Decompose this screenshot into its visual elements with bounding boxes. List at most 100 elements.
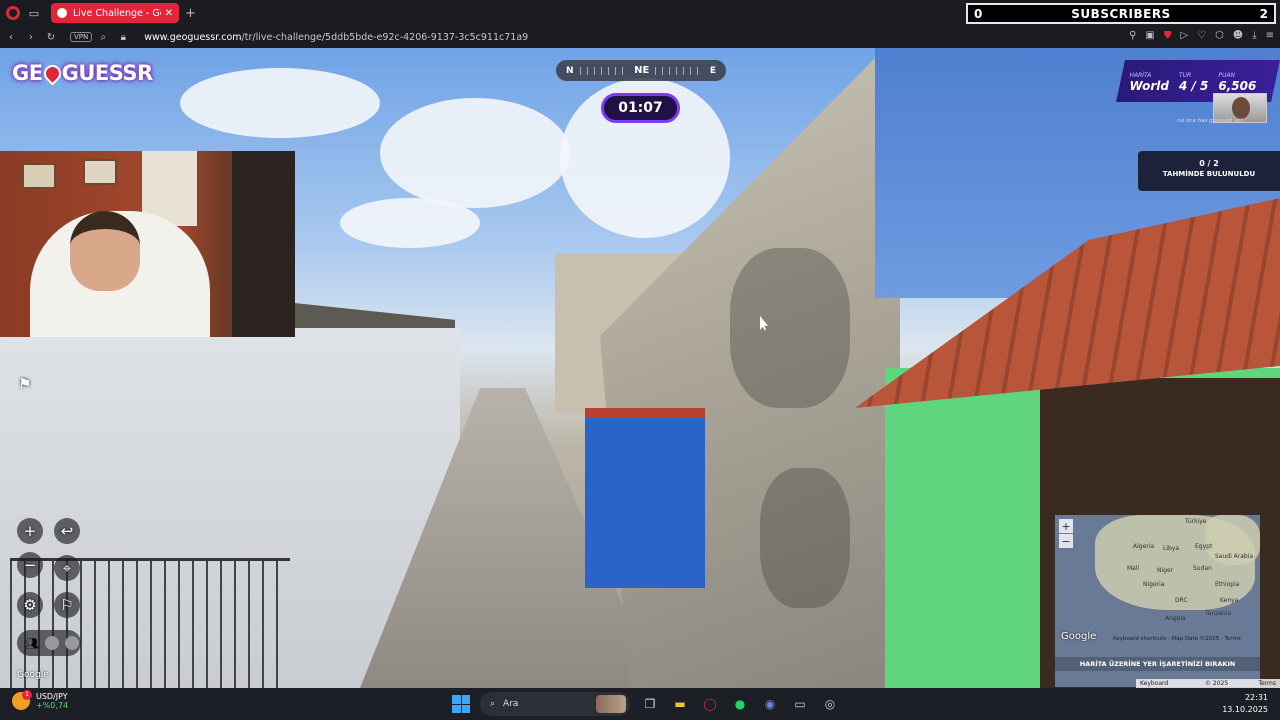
guess-minimap[interactable]: Türkiye Algeria Libya Egypt Saudi Arabia… [1055,515,1260,687]
settings-gear-icon[interactable]: ⚙ [17,592,43,618]
guess-count: 0 / 2 [1199,159,1219,168]
play-icon[interactable]: ▷ [1180,30,1188,41]
task-view-icon[interactable]: ❐ [640,694,660,714]
stock-widget[interactable]: 1 USD/JPY +%0,74 [12,690,68,710]
guess-status-note: no one has guessed yet [1177,118,1243,124]
close-tab-icon[interactable]: ✕ [165,8,173,19]
undo-move-icon[interactable]: ↩ [54,518,80,544]
clock-date: 13.10.2025 [1222,705,1268,714]
logo-left: GE [12,61,43,85]
street-view-footer: Keyboard shortcuts © 2025 Google Terms [1136,679,1280,696]
compass-bar: N NE E [556,60,726,81]
download-icon[interactable]: ⤓ [1252,30,1256,41]
address-bar: ‹ › ↻ VPN ⌕ 🔒︎ www.geoguessr.com/tr/live… [0,26,1280,48]
geoguessr-favicon-icon [57,8,67,18]
url-field[interactable]: www.geoguessr.com/tr/live-challenge/5ddb… [144,32,528,43]
profile-icon[interactable]: ☻ [1233,30,1243,41]
obs-icon[interactable]: ◎ [820,694,840,714]
workspaces-icon[interactable]: ▭ [25,4,43,22]
spotify-icon[interactable]: ● [730,694,750,714]
opera-logo-icon[interactable] [6,6,20,20]
url-host: www.geoguessr.com [144,31,242,43]
url-path: /tr/live-challenge/5ddb5bde-e92c-4206-91… [241,31,529,43]
subscriber-label: SUBSCRIBERS [1071,6,1171,21]
search-highlight-icon [596,695,626,713]
map-label: Tanzania [1205,610,1232,617]
search-placeholder: Ara [503,699,519,709]
logo-right: GUESSR [61,61,154,85]
place-marker-hint: HARİTA ÜZERİNE YER İŞARETİNİZİ BIRAKIN [1055,657,1260,671]
adblock-shield-icon[interactable]: ⛊ [1164,30,1172,41]
back-icon[interactable]: ‹ [2,32,20,43]
geoguessr-logo[interactable]: GE GUESSR [12,61,154,86]
avatar-face [1232,97,1250,119]
map-label: Angola [1165,615,1186,622]
wall-stain [730,248,850,408]
player-mini-avatar [44,636,59,650]
search-icon: ⌕ [490,699,496,709]
wall-picture [22,163,56,189]
map-label: DRC [1175,597,1188,604]
round-timer: 01:07 [601,93,680,123]
hud-score-label: PUAN [1218,72,1235,79]
compass-heading: NE [634,65,650,76]
discord-icon[interactable]: ◉ [760,694,780,714]
lock-icon[interactable]: 🔒︎ [114,32,132,43]
logo-pin-icon [40,61,65,86]
extensions-icon[interactable]: ⬡ [1215,30,1224,41]
map-google-logo: Google [1061,631,1097,642]
shortcuts-link[interactable]: Keyboard shortcuts [1140,679,1197,696]
map-label: Saudi Arabia [1215,553,1254,560]
guess-label: TAHMİNDE BULUNULDU [1162,170,1256,178]
heart-icon[interactable]: ♡ [1197,30,1206,41]
checkpoint-flag-icon[interactable]: ⚐ [54,592,80,618]
tab-title: Live Challenge - GeoGuessr [73,7,161,19]
map-shortcuts-link[interactable]: Keyboard shortcuts [1113,636,1166,642]
windows-taskbar: 1 USD/JPY +%0,74 ⌕ Ara ❐ ▬ ◯ ● ◉ ▭ ◎ 22:… [0,688,1280,720]
menu-icon[interactable]: ≡ [1266,30,1274,41]
system-clock[interactable]: 22:31 13.10.2025 [1222,692,1268,716]
forward-icon[interactable]: › [22,32,40,43]
subscriber-goal: 2 [1259,6,1268,21]
search-icon[interactable]: ⌕ [94,32,112,43]
reload-icon[interactable]: ↻ [42,32,60,43]
screen: ▭ Live Challenge - GeoGuessr ✕ + 0 SUBSC… [0,0,1280,720]
map-footer: Keyboard shortcuts · Map Data ©2025 · Te… [1113,636,1241,642]
opera-taskbar-icon[interactable]: ◯ [700,694,720,714]
return-to-start-icon[interactable]: ⌖ [54,555,80,581]
browser-toolbar: ⚲ ▣ ⛊ ▷ ♡ ⬡ ☻ ⤓ ≡ [1129,30,1274,41]
pin-icon[interactable]: ⚲ [1129,30,1136,41]
hud-map: HARİTA World [1129,60,1168,93]
map-label: Ethiopia [1215,581,1240,588]
hud-round: TUR 4 / 5 [1179,60,1208,93]
terms-link[interactable]: Terms [1258,679,1276,688]
wall-picture [83,159,117,185]
zoom-out-button[interactable]: − [17,552,43,578]
map-label: Mali [1127,565,1140,572]
hud-score: PUAN 6,506 [1218,60,1256,93]
hud-score-value: 6,506 [1218,79,1257,93]
file-explorer-icon[interactable]: ▬ [670,694,690,714]
zoom-in-button[interactable]: + [17,518,43,544]
streamer-head [70,211,140,291]
wall-stain [760,468,850,608]
hud-round-label: TUR [1178,72,1192,79]
tab-live-challenge[interactable]: Live Challenge - GeoGuessr ✕ [51,3,179,23]
notification-badge: 1 [22,690,32,700]
terminal-icon[interactable]: ▭ [790,694,810,714]
player-mini-avatar [64,636,79,650]
google-logo: Google [17,670,49,680]
map-zoom-out-button[interactable]: − [1059,534,1073,548]
map-zoom-in-button[interactable]: + [1059,519,1073,533]
taskbar-apps: ⌕ Ara ❐ ▬ ◯ ● ◉ ▭ ◎ [452,692,840,716]
report-location-icon[interactable]: ⚑ [14,373,36,395]
vpn-badge[interactable]: VPN [70,32,93,42]
windows-start-icon[interactable] [452,695,470,713]
map-terms-link[interactable]: Terms [1225,636,1241,642]
taskbar-search[interactable]: ⌕ Ara [480,692,630,716]
players-toggle[interactable]: 👥︎ [17,630,81,656]
new-tab-button[interactable]: + [185,6,196,21]
snapshot-icon[interactable]: ▣ [1145,30,1154,41]
compass-ticks [655,66,704,75]
copyright-label: © 2025 Google [1204,680,1229,696]
